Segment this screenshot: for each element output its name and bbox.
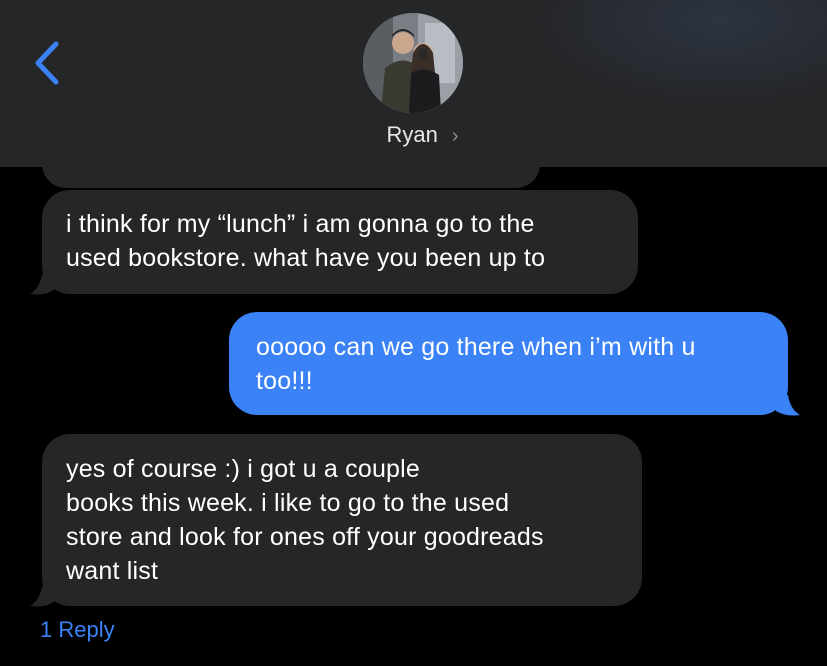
chevron-right-icon: ›: [451, 125, 459, 147]
outgoing-message-bubble[interactable]: ooooo can we go there when i’m with u to…: [229, 312, 788, 415]
chevron-left-icon: [35, 41, 59, 85]
message-line: i think for my “lunch” i am gonna go to …: [66, 210, 535, 238]
message-line: too!!!: [256, 367, 313, 395]
contact-name: Ryan: [386, 122, 438, 147]
bubble-tail: [776, 395, 800, 416]
message-line: store and look for ones off your goodrea…: [66, 523, 544, 551]
incoming-message-bubble[interactable]: yes of course :) i got u a couple books …: [42, 434, 642, 606]
bubble-tail: [30, 274, 54, 295]
back-button[interactable]: [28, 38, 68, 88]
message-line: yes of course :) i got u a couple: [66, 455, 421, 483]
contact-photo: [363, 13, 463, 113]
bubble-tail: [30, 586, 54, 607]
avatar[interactable]: [363, 13, 463, 113]
messages-thread-screen: Ryan › i think for my “lunch” i am gonna …: [0, 0, 827, 666]
contact-name-button[interactable]: Ryan ›: [0, 120, 827, 151]
incoming-message-bubble[interactable]: i think for my “lunch” i am gonna go to …: [42, 190, 638, 294]
message-line: books this week. i like to go to the use…: [66, 489, 510, 517]
conversation-header: Ryan ›: [0, 0, 827, 167]
message-line: want list: [66, 557, 159, 585]
message-line: used bookstore. what have you been up to: [66, 244, 546, 272]
message-line: ooooo can we go there when i’m with u: [256, 333, 696, 361]
replies-link[interactable]: 1 Reply: [40, 616, 115, 644]
